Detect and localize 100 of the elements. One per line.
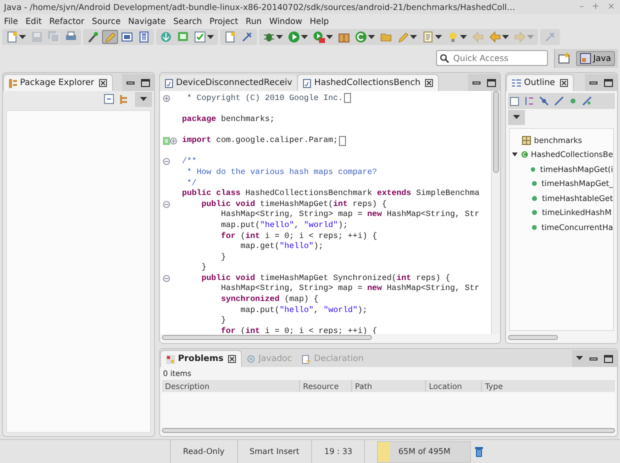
- outline-tab[interactable]: Outline: [506, 74, 574, 91]
- class-icon: [520, 150, 528, 160]
- save-all-icon: [48, 31, 60, 43]
- code-line: package benchmarks;: [182, 114, 275, 124]
- toolbar-button[interactable]: [286, 30, 310, 44]
- sort-icon[interactable]: [524, 96, 534, 106]
- menu-item[interactable]: Help: [310, 16, 329, 26]
- minimize-icon[interactable]: [126, 78, 135, 86]
- dropdown-caret-icon[interactable]: [435, 34, 442, 40]
- maximize-icon[interactable]: [141, 78, 150, 86]
- menu-item[interactable]: Edit: [26, 16, 42, 26]
- dropdown-caret-icon[interactable]: [19, 34, 26, 40]
- download-icon: [160, 31, 172, 43]
- minimize-icon[interactable]: [589, 78, 598, 86]
- print-icon: [65, 31, 77, 43]
- toolbar-button[interactable]: [311, 30, 335, 44]
- close-icon[interactable]: [425, 79, 434, 87]
- dropdown-caret-icon[interactable]: [140, 96, 147, 102]
- close-icon[interactable]: [99, 79, 108, 87]
- close-icon[interactable]: [228, 355, 236, 363]
- toolbar-button[interactable]: [192, 30, 216, 44]
- toolbar-button[interactable]: [487, 30, 511, 44]
- declaration-icon: [302, 354, 312, 364]
- code-line: }: [220, 252, 226, 262]
- code-line: public class HashedCollectionsBenchmark extends SimpleBenchma: [182, 189, 480, 198]
- dropdown-caret-icon[interactable]: [576, 356, 583, 361]
- minimize-icon[interactable]: [589, 354, 598, 362]
- editor-tab[interactable]: DeviceDisconnectedReceiv: [160, 75, 298, 91]
- bug-icon: [263, 31, 275, 43]
- run-external-icon: [313, 31, 325, 43]
- checkbox-icon: [194, 31, 206, 43]
- perspective-button[interactable]: Java: [576, 50, 615, 66]
- quick-fix-icon[interactable]: [163, 136, 177, 145]
- marker-icon: [104, 31, 116, 43]
- scrollbar-thumb[interactable]: [162, 335, 372, 340]
- search-icon: [440, 54, 450, 63]
- view-tab[interactable]: Problems: [160, 350, 242, 367]
- menu-item[interactable]: Refactor: [49, 16, 84, 26]
- collapse-fold-icon[interactable]: [163, 274, 170, 282]
- menu-item[interactable]: Navigate: [128, 16, 166, 26]
- dropdown-caret-icon[interactable]: [502, 34, 509, 40]
- code-line: import com.google.caliper.Param;: [182, 136, 338, 146]
- collapse-fold-icon[interactable]: [163, 158, 170, 166]
- arrow-right-icon: [514, 31, 526, 43]
- editor-tab[interactable]: HashedCollectionsBench: [297, 74, 440, 91]
- folded-code-marker[interactable]: [344, 93, 351, 104]
- collapse-all-icon[interactable]: [104, 94, 114, 104]
- pencil-icon: [397, 31, 409, 43]
- menu-item[interactable]: Run: [246, 16, 262, 26]
- run-icon: [288, 31, 300, 43]
- code-line: for (int i = 0; i < reps; ++i) {: [220, 232, 378, 241]
- maximize-icon[interactable]: [604, 78, 613, 86]
- code-line: }: [220, 316, 226, 326]
- toolbar-button[interactable]: [353, 30, 377, 44]
- menu-item[interactable]: Search: [173, 16, 202, 26]
- menu-item[interactable]: Source: [92, 16, 121, 26]
- menu-item[interactable]: File: [4, 16, 18, 26]
- dropdown-caret-icon[interactable]: [326, 34, 333, 40]
- dropdown-caret-icon[interactable]: [410, 34, 417, 40]
- dropdown-caret-icon[interactable]: [207, 34, 214, 40]
- dropdown-caret-icon[interactable]: [513, 114, 520, 120]
- problems-icon: [166, 354, 175, 364]
- collapse-all-icon[interactable]: [510, 96, 519, 106]
- status-field: Read-Only: [171, 440, 238, 463]
- pilcrow-icon: [138, 31, 150, 43]
- code-line: synchronized (map) {: [220, 295, 319, 304]
- pin-icon: [544, 31, 556, 43]
- code-line: * Copyright (C) 2010 Google Inc.: [186, 94, 343, 103]
- arrow-left-icon: [489, 31, 501, 43]
- close-icon[interactable]: [560, 79, 568, 87]
- package-explorer-tab[interactable]: Package Explorer: [3, 74, 114, 91]
- scrollbar-thumb[interactable]: [162, 428, 615, 433]
- status-field: 19 : 33: [312, 440, 366, 463]
- window-title: Java - /home/sjvn/Android Development/adt-bundle-linux-x86-20140702/sdk/sources/android-21/benchmarks/HashedColl…: [4, 2, 516, 12]
- folded-code-marker[interactable]: [339, 136, 346, 146]
- dropdown-caret-icon[interactable]: [276, 34, 283, 40]
- toolbar-button[interactable]: [119, 30, 135, 44]
- code-line: /**: [182, 157, 197, 166]
- scrollbar-thumb[interactable]: [493, 91, 499, 173]
- maximize-icon[interactable]: [604, 354, 613, 362]
- collapse-fold-icon[interactable]: [163, 200, 170, 208]
- minimize-icon[interactable]: [472, 78, 481, 86]
- dropdown-caret-icon[interactable]: [460, 34, 467, 40]
- expand-fold-icon[interactable]: [163, 94, 170, 102]
- code-line: public void timeHashMapGet(int reps) {: [200, 200, 387, 209]
- heap-meter[interactable]: 65M of 495M: [377, 440, 472, 462]
- scrollbar-thumb[interactable]: [508, 335, 558, 340]
- menu-item[interactable]: Project: [210, 16, 238, 26]
- dropdown-caret-icon[interactable]: [301, 34, 308, 40]
- menu-item[interactable]: Window: [269, 16, 302, 26]
- trash-icon[interactable]: [475, 446, 484, 457]
- code-line: map.put("hello", "world");: [240, 306, 368, 315]
- quick-access-field[interactable]: Quick Access: [436, 50, 548, 66]
- dropdown-caret-icon[interactable]: [368, 34, 375, 40]
- expanded-arrow-icon[interactable]: [512, 151, 518, 158]
- code-line: map.put("hello", "world");: [220, 220, 348, 230]
- open-perspective-icon[interactable]: [558, 52, 572, 64]
- pin-icon: [241, 31, 253, 43]
- package-explorer-icon: [9, 78, 17, 88]
- maximize-icon[interactable]: [487, 78, 496, 86]
